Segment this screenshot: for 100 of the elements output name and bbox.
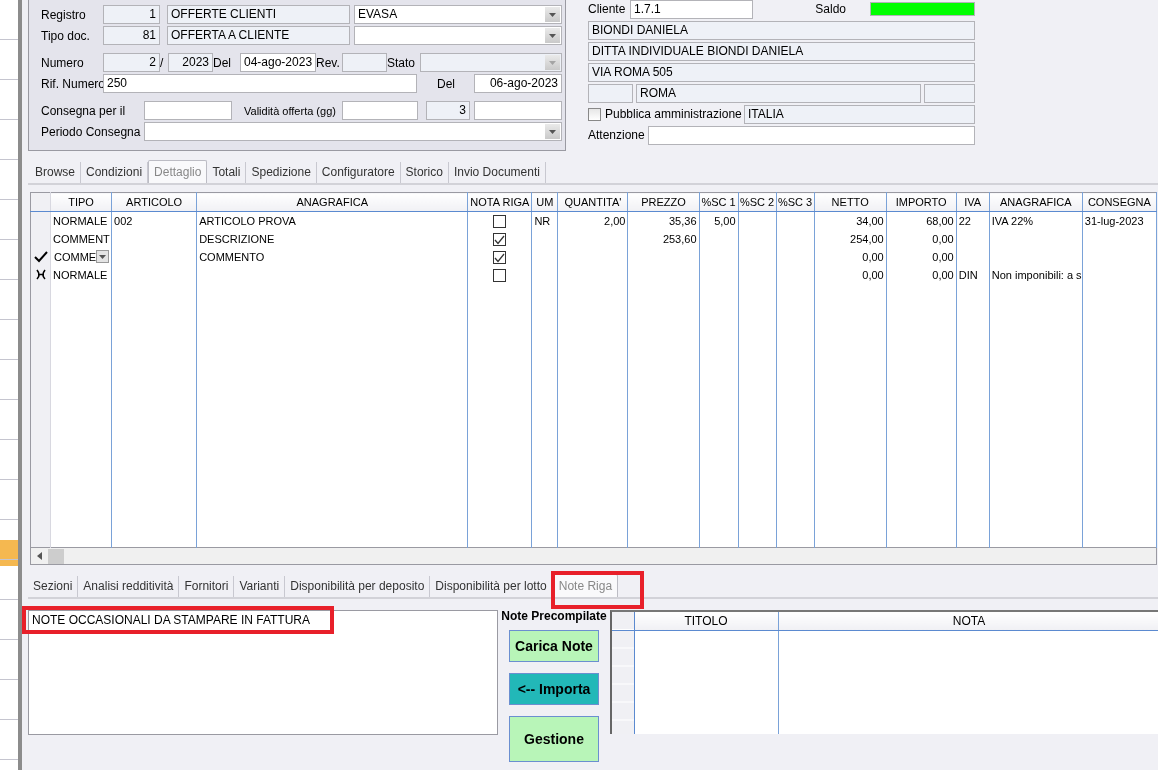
tab[interactable]: Disponibilità per lotto xyxy=(430,576,553,597)
table-cell: 0,00 xyxy=(932,232,954,245)
checkbox[interactable] xyxy=(493,215,507,229)
table-cell: 254,00 xyxy=(850,232,884,245)
column-header[interactable]: %SC 1 xyxy=(699,192,739,212)
column-header[interactable]: IMPORTO xyxy=(886,192,957,212)
table-cell: 34,00 xyxy=(856,214,884,227)
input-field[interactable]: ROMA xyxy=(636,83,921,103)
input-field[interactable]: VIA ROMA 505 xyxy=(588,62,975,82)
column-header[interactable]: %SC 2 xyxy=(738,192,777,212)
column-header[interactable]: TITOLO xyxy=(634,612,778,630)
action-button[interactable]: <-- Importa xyxy=(509,673,599,705)
table-cell: 2,00 xyxy=(604,214,626,227)
column-header[interactable]: TIPO xyxy=(50,192,112,212)
dropdown[interactable]: COMME xyxy=(54,248,110,265)
tab[interactable]: Browse xyxy=(30,162,81,183)
input-field[interactable]: 2 xyxy=(103,53,160,72)
table-cell: 0,00 xyxy=(932,250,954,263)
input-field[interactable]: ITALIA xyxy=(744,104,975,124)
caret-icon xyxy=(549,12,556,17)
input-field[interactable]: DITTA INDIVIDUALE BIONDI DANIELA xyxy=(588,41,975,61)
scrollbar-thumb[interactable] xyxy=(48,548,64,564)
field-label: Stato xyxy=(387,55,417,70)
input-field[interactable] xyxy=(144,101,232,120)
input-field[interactable] xyxy=(648,125,975,145)
input-field[interactable]: BIONDI DANIELA xyxy=(588,20,975,40)
caret-icon xyxy=(99,254,107,259)
table-cell: 002 xyxy=(114,214,133,227)
column-header[interactable]: CONSEGNA xyxy=(1082,192,1157,212)
tab[interactable]: Disponibilità per deposito xyxy=(285,576,431,597)
tab[interactable]: Totali xyxy=(207,162,247,183)
field-label: Del xyxy=(213,55,232,70)
tab[interactable]: Varianti xyxy=(234,576,286,597)
column-header[interactable]: NETTO xyxy=(814,192,887,212)
column-header[interactable]: QUANTITA' xyxy=(557,192,628,212)
column-header[interactable]: NOTA RIGA xyxy=(467,192,532,212)
input-field[interactable]: 3 xyxy=(426,101,470,120)
table-cell: 253,60 xyxy=(662,232,697,245)
dropdown[interactable] xyxy=(144,122,562,141)
action-button[interactable]: Gestione xyxy=(509,716,599,762)
input-field[interactable]: 06-ago-2023 xyxy=(474,74,562,93)
tab[interactable]: Sezioni xyxy=(28,576,79,597)
input-field[interactable]: 2023 xyxy=(168,53,213,72)
column-header[interactable]: IVA xyxy=(956,192,990,212)
left-arrow-icon xyxy=(37,552,42,560)
column-header[interactable]: UM xyxy=(531,192,558,212)
dropdown[interactable] xyxy=(354,26,562,45)
input-field[interactable] xyxy=(342,101,418,120)
column-header[interactable]: ANAGRAFICA xyxy=(196,192,468,212)
column-header[interactable]: %SC 3 xyxy=(776,192,815,212)
input-field[interactable] xyxy=(588,83,633,103)
input-field[interactable] xyxy=(474,101,562,120)
caret-icon xyxy=(549,129,556,134)
table-cell: NORMALE xyxy=(53,268,108,281)
table-cell: ARTICOLO PROVA xyxy=(199,214,296,227)
tab[interactable]: Spedizione xyxy=(246,162,317,183)
field-label: / xyxy=(160,55,165,70)
field-label: Rif. Numero xyxy=(41,76,103,91)
input-field[interactable]: 1 xyxy=(103,5,160,24)
tab[interactable]: Dettaglio xyxy=(148,160,208,183)
action-button[interactable]: Carica Note xyxy=(509,630,599,662)
input-field[interactable]: 250 xyxy=(103,74,417,93)
table-cell: 35,36 xyxy=(669,214,697,227)
table-cell: 5,00 xyxy=(714,214,736,227)
tab[interactable]: Configuratore xyxy=(316,162,401,183)
input-field[interactable] xyxy=(924,83,975,103)
input-field[interactable] xyxy=(342,53,387,72)
field-label: Attenzione xyxy=(588,128,645,142)
tab[interactable]: Analisi redditività xyxy=(78,576,180,597)
checkbox[interactable] xyxy=(588,107,601,121)
input-field[interactable]: 1.7.1 xyxy=(630,0,753,19)
column-header[interactable]: PREZZO xyxy=(627,192,700,212)
checkbox[interactable] xyxy=(493,233,507,247)
field-label: Periodo Consegna xyxy=(41,124,142,139)
field-label: Registro xyxy=(41,7,87,22)
input-field[interactable]: 81 xyxy=(103,26,160,45)
dropdown[interactable]: EVASA xyxy=(354,5,562,24)
caret-icon xyxy=(549,33,556,38)
checkbox[interactable] xyxy=(493,269,507,283)
tab[interactable]: Storico xyxy=(400,162,449,183)
tab[interactable]: Fornitori xyxy=(179,576,235,597)
checkbox[interactable] xyxy=(493,251,507,265)
table-cell: 31-lug-2023 xyxy=(1084,214,1144,227)
note-text-area[interactable]: NOTE OCCASIONALI DA STAMPARE IN FATTURA xyxy=(29,611,497,734)
input-field[interactable]: OFFERTA A CLIENTE xyxy=(167,26,350,45)
table-cell: 0,00 xyxy=(862,268,884,281)
tab[interactable]: Invio Documenti xyxy=(448,162,546,183)
field-label: Consegna per il xyxy=(41,103,127,118)
input-field[interactable]: OFFERTE CLIENTI xyxy=(167,5,350,24)
column-header[interactable]: NOTA xyxy=(778,612,1158,630)
table-cell: Non imponibili: a s xyxy=(991,268,1082,281)
field-label: Rev. xyxy=(316,55,341,70)
table-cell: 0,00 xyxy=(932,268,954,281)
horizontal-scrollbar[interactable] xyxy=(30,548,1157,565)
input-field[interactable]: 04-ago-2023 xyxy=(240,53,316,72)
new-row-icon xyxy=(34,269,47,280)
field-label: Tipo doc. xyxy=(41,28,91,43)
caret-icon xyxy=(549,60,556,65)
column-header[interactable]: ARTICOLO xyxy=(111,192,197,212)
column-header[interactable]: ANAGRAFICA xyxy=(989,192,1083,212)
